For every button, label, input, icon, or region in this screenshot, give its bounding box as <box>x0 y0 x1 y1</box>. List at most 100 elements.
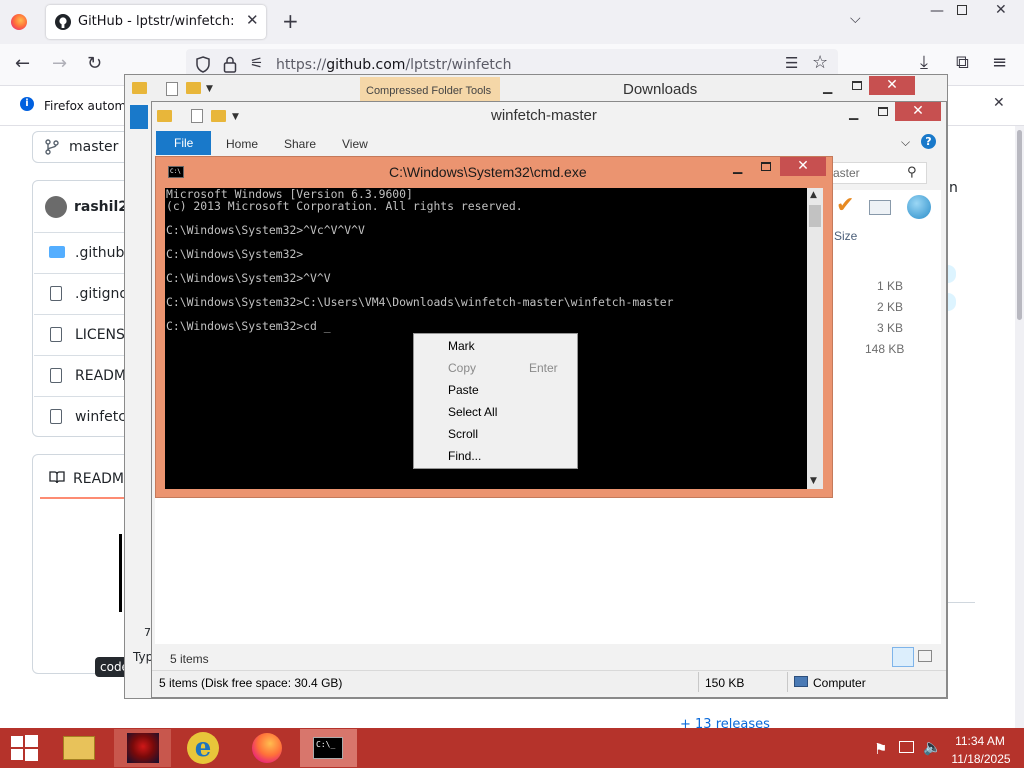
menu-item-find[interactable]: Find... <box>448 449 481 463</box>
ribbon-tab-share[interactable]: Share <box>284 137 316 151</box>
help-icon[interactable]: ? <box>921 134 936 149</box>
star-icon[interactable]: ☆ <box>812 54 828 72</box>
menu-icon[interactable]: ≡ <box>992 54 1007 72</box>
readme-tab[interactable]: READM <box>73 471 124 487</box>
folder-icon <box>186 82 201 94</box>
search-icon[interactable]: ⚲ <box>907 165 917 180</box>
file-size: 3 KB <box>877 321 904 335</box>
ribbon-context-tab-label[interactable]: Compressed Folder Tools <box>366 85 491 97</box>
new-tab-button[interactable]: + <box>282 11 299 31</box>
maximize-button[interactable] <box>878 107 888 116</box>
chevron-down-icon[interactable]: ⌵ <box>850 12 861 26</box>
scroll-up-button[interactable]: ▲ <box>810 190 817 200</box>
status-divider <box>698 672 699 692</box>
ribbon-strip <box>130 105 148 129</box>
file-row-label[interactable]: .gitigno <box>75 286 128 302</box>
internet-explorer-icon: e <box>187 732 219 764</box>
globe-icon[interactable] <box>907 195 931 219</box>
clock-time[interactable]: 11:34 AM <box>950 734 1010 748</box>
back-icon[interactable]: ← <box>15 55 30 73</box>
readme-tab-underline <box>40 497 130 499</box>
chevron-down-icon[interactable]: ▼ <box>206 84 213 94</box>
file-explorer-icon <box>63 736 95 760</box>
app-icon <box>127 733 159 763</box>
branch-icon <box>45 139 59 155</box>
cmd-output[interactable]: Microsoft Windows [Version 6.3.9600] (c) … <box>166 188 673 332</box>
explorer-title: winfetch-master <box>491 107 597 124</box>
menu-item-select-all[interactable]: Select All <box>448 405 497 419</box>
file-row-label[interactable]: .github/ <box>75 245 129 261</box>
minimize-button[interactable]: ▁ <box>849 106 858 120</box>
minimize-button[interactable]: — <box>930 4 944 18</box>
chevron-down-icon[interactable]: ▼ <box>232 112 239 122</box>
checkmark-icon[interactable]: ✔ <box>836 195 854 217</box>
cmd-scrollbar[interactable] <box>807 188 823 489</box>
tab-title: GitHub - lptstr/winfetch: ⚒ A c <box>78 14 238 29</box>
right-partial-text: n <box>949 180 958 196</box>
right-divider <box>947 602 975 603</box>
cmd-line: C:\Windows\System32> <box>166 247 304 261</box>
readme-image-edge <box>119 534 122 612</box>
info-icon: i <box>20 97 34 111</box>
menu-item-copy-shortcut: Enter <box>529 361 558 375</box>
properties-icon <box>166 82 178 96</box>
avatar[interactable] <box>45 196 67 218</box>
status-divider <box>787 672 788 692</box>
github-icon <box>55 14 71 30</box>
details-view-button[interactable] <box>892 647 914 667</box>
search-input[interactable]: aster <box>833 166 860 180</box>
forward-icon[interactable]: → <box>52 55 67 73</box>
ribbon-tab-home[interactable]: Home <box>226 137 258 151</box>
minimize-button[interactable]: ▁ <box>823 80 832 94</box>
page-scrollbar-thumb[interactable] <box>1017 130 1022 320</box>
close-window-button[interactable]: ✕ <box>995 3 1007 17</box>
cmd-line: C:\Windows\System32>C:\Users\VM4\Downloa… <box>166 295 674 309</box>
firefox-icon[interactable] <box>11 14 27 30</box>
shield-icon[interactable] <box>196 56 210 73</box>
restore-button[interactable] <box>957 5 967 15</box>
close-icon[interactable]: ✕ <box>246 13 259 28</box>
status-size: 150 KB <box>705 676 745 690</box>
menu-item-copy[interactable]: Copy <box>448 361 476 375</box>
large-icons-view-button[interactable] <box>918 650 932 662</box>
maximize-button[interactable] <box>852 81 862 90</box>
menu-item-mark[interactable]: Mark <box>448 339 475 353</box>
cmd-icon: C:\ <box>168 166 184 178</box>
lock-icon[interactable] <box>223 56 237 73</box>
volume-icon[interactable]: 🔈 <box>923 738 942 756</box>
reload-icon[interactable]: ↻ <box>87 55 102 73</box>
clock-date[interactable]: 11/18/2025 <box>946 752 1016 766</box>
properties-icon <box>191 109 203 123</box>
close-button[interactable]: ✕ <box>895 102 941 121</box>
folder-icon <box>49 246 65 258</box>
file-icon <box>50 286 62 301</box>
scrollbar-thumb[interactable] <box>809 205 821 227</box>
chevron-down-icon[interactable]: ⌵ <box>901 135 910 150</box>
close-button[interactable]: ✕ <box>869 76 915 95</box>
network-icon[interactable] <box>899 741 914 753</box>
close-button[interactable]: ✕ <box>780 157 826 176</box>
column-header-size[interactable]: Size <box>834 229 857 243</box>
branch-label[interactable]: master <box>69 139 118 155</box>
menu-item-paste[interactable]: Paste <box>448 383 479 397</box>
start-icon[interactable] <box>11 735 38 761</box>
minimize-button[interactable]: ▁ <box>733 160 742 174</box>
cmd-line: (c) 2013 Microsoft Corporation. All righ… <box>166 199 523 213</box>
download-icon[interactable]: ⤓ <box>920 54 928 72</box>
reader-view-icon[interactable]: ☰ <box>785 56 798 71</box>
menu-item-scroll[interactable]: Scroll <box>448 427 478 441</box>
scroll-down-button[interactable]: ▼ <box>810 476 817 486</box>
ribbon-tab-view[interactable]: View <box>342 137 368 151</box>
url-text[interactable]: https://github.com/lptstr/winfetch <box>276 57 512 73</box>
permissions-icon[interactable]: ⚟ <box>250 56 263 71</box>
email-icon[interactable] <box>869 200 891 215</box>
maximize-button[interactable] <box>761 162 771 171</box>
folder-icon <box>132 82 147 94</box>
extensions-icon[interactable]: ⧉ <box>956 54 969 72</box>
file-size: 2 KB <box>877 300 904 314</box>
flag-icon[interactable]: ⚑ <box>874 740 887 758</box>
file-size: 148 KB <box>865 342 905 356</box>
file-row-label[interactable]: READM <box>75 368 126 384</box>
close-icon[interactable]: ✕ <box>993 96 1005 110</box>
ribbon-tab-file-label[interactable]: File <box>174 136 193 150</box>
